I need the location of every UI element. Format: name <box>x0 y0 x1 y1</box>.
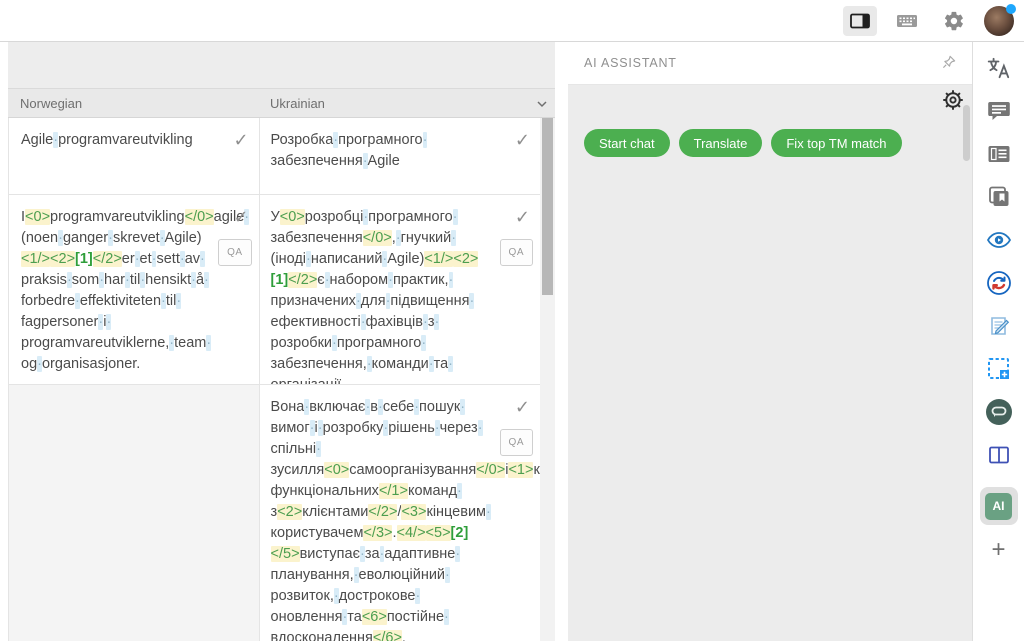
comments-icon[interactable] <box>985 98 1013 124</box>
segment-row-2: I<0>programvareutvikling</0>agile·(noen·… <box>9 195 540 385</box>
document-card-icon[interactable] <box>985 141 1013 167</box>
gear-icon <box>943 10 965 32</box>
translation-editor: Norwegian Ukrainian Agile·programvareutv… <box>0 42 555 641</box>
confirmed-check-icon: ✓ <box>515 130 530 151</box>
ai-assistant-icon[interactable]: AI <box>980 487 1018 525</box>
source-cell-2[interactable]: I<0>programvareutvikling</0>agile·(noen·… <box>9 195 260 384</box>
qa-badge[interactable]: QA <box>500 429 533 456</box>
editor-scrollbar[interactable] <box>540 118 555 641</box>
notification-dot <box>1006 4 1016 14</box>
source-text-1: Agile·programvareutvikling <box>21 132 193 148</box>
confirmed-check-icon: ✓ <box>515 207 530 228</box>
grid-header: Norwegian Ukrainian <box>8 88 555 118</box>
ai-assistant-badge: AI <box>985 493 1012 520</box>
settings-button[interactable] <box>937 6 971 36</box>
user-avatar[interactable] <box>984 6 1014 36</box>
notes-edit-icon[interactable] <box>985 313 1013 339</box>
panel-gap <box>555 42 568 641</box>
translate-button[interactable]: Translate <box>679 129 763 157</box>
target-cell-1[interactable]: Розробка·програмного·забезпечення·Agile … <box>260 118 540 194</box>
confirmed-check-icon: ✓ <box>515 397 530 418</box>
columns-layout-icon[interactable] <box>985 442 1013 468</box>
ai-assistant-panel: AI ASSISTANT Start chat Translate Fix to <box>568 42 972 641</box>
target-cell-3[interactable]: Вона·включає·в·себе·пошук·вимог·і·розроб… <box>260 385 540 641</box>
target-column-header: Ukrainian <box>259 96 325 111</box>
ai-panel-scrollbar-thumb[interactable] <box>963 105 970 161</box>
source-cell-3-empty[interactable] <box>9 385 260 641</box>
keyboard-icon <box>896 13 918 29</box>
qa-badge[interactable]: QA <box>500 239 533 266</box>
target-cell-2[interactable]: У<0>розробці·програмного·забезпечення</0… <box>260 195 540 384</box>
segment-row-1: Agile·programvareutvikling ✓ Розробка·пр… <box>9 118 540 195</box>
pin-icon[interactable] <box>940 53 958 74</box>
chevron-down-icon[interactable] <box>534 96 550 115</box>
ai-panel-body: Start chat Translate Fix top TM match <box>568 85 972 641</box>
qa-badge[interactable]: QA <box>218 239 251 266</box>
segment-rows: Agile·programvareutvikling ✓ Розробка·пр… <box>8 118 540 641</box>
revision-sync-icon[interactable] <box>985 270 1013 296</box>
main-area: Norwegian Ukrainian Agile·programvareutv… <box>0 42 1024 641</box>
language-icon[interactable] <box>985 55 1013 81</box>
target-text-2: У<0>розробці·програмного·забезпечення</0… <box>271 209 479 384</box>
source-cell-1[interactable]: Agile·programvareutvikling ✓ <box>9 118 260 194</box>
start-chat-button[interactable]: Start chat <box>584 129 670 157</box>
right-sidebar: AI + <box>972 42 1024 641</box>
source-text-2: I<0>programvareutvikling</0>agile·(noen·… <box>21 209 249 372</box>
ai-quick-actions: Start chat Translate Fix top TM match <box>584 129 902 157</box>
side-panel-icon <box>849 12 871 30</box>
topbar <box>0 0 1024 42</box>
editor-toolbar-strip <box>8 42 555 88</box>
reference-books-icon[interactable] <box>985 184 1013 210</box>
target-text-1: Розробка·програмного·забезпечення·Agile <box>271 132 428 169</box>
keyboard-button[interactable] <box>890 6 924 36</box>
screenshot-capture-icon[interactable] <box>985 356 1013 382</box>
fix-top-tm-match-button[interactable]: Fix top TM match <box>771 129 901 157</box>
segment-row-3: Вона·включає·в·себе·пошук·вимог·і·розроб… <box>9 385 540 641</box>
chat-bubble-icon[interactable] <box>985 399 1013 425</box>
ai-panel-header: AI ASSISTANT <box>568 42 972 85</box>
confirmed-check-icon: ✓ <box>233 207 248 228</box>
preview-eye-icon[interactable] <box>985 227 1013 253</box>
confirmed-check-icon: ✓ <box>233 130 248 151</box>
source-column-header: Norwegian <box>8 96 259 111</box>
editor-scrollbar-thumb[interactable] <box>542 118 553 295</box>
add-plus-icon[interactable]: + <box>985 537 1013 563</box>
ai-panel-title: AI ASSISTANT <box>584 56 677 70</box>
side-panel-toggle-button[interactable] <box>843 6 877 36</box>
